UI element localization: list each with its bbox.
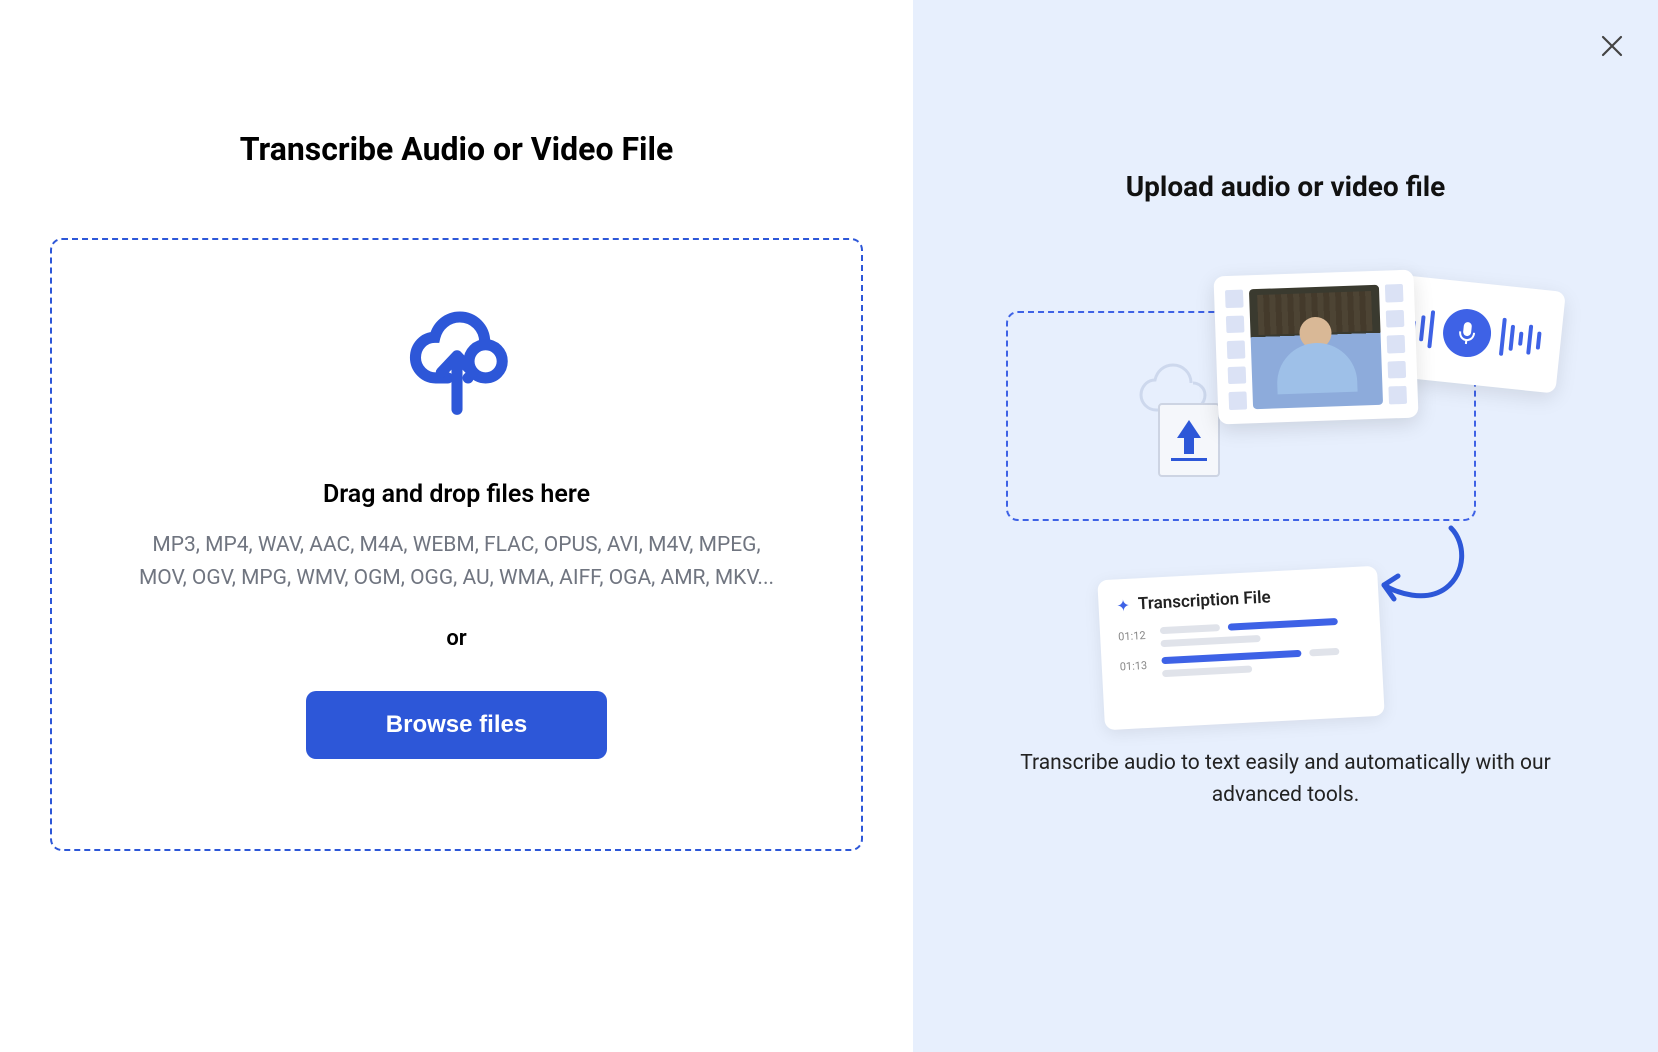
drop-heading: Drag and drop files here [122,480,791,509]
illus-transcription-card: ✦ Transcription File 01:12 01:13 [1097,566,1384,730]
sparkle-icon: ✦ [1116,595,1130,615]
illustration: ✦ Transcription File 01:12 01:13 [1006,293,1566,693]
left-panel: Transcribe Audio or Video File Drag and … [0,0,913,1052]
right-description: Transcribe audio to text easily and auto… [991,748,1581,811]
video-thumbnail [1248,285,1382,409]
transcription-time: 01:12 [1117,628,1148,644]
page-title: Transcribe Audio or Video File [50,130,863,168]
filmstrip-right-icon [1384,284,1406,405]
microphone-icon [1440,307,1493,360]
or-separator: or [122,626,791,651]
illus-video-card [1213,270,1418,425]
file-drop-zone[interactable]: Drag and drop files here MP3, MP4, WAV, … [50,238,863,851]
waveform-right-icon [1498,318,1542,360]
transcription-card-title: Transcription File [1137,587,1271,614]
filmstrip-left-icon [1224,290,1246,411]
curved-arrow-icon [1376,523,1466,613]
close-button[interactable] [1598,32,1626,60]
right-panel: Upload audio or video file [913,0,1658,1052]
supported-formats: MP3, MP4, WAV, AAC, M4A, WEBM, FLAC, OPU… [122,529,791,594]
transcription-time: 01:13 [1119,658,1150,674]
right-title: Upload audio or video file [1126,170,1446,203]
browse-files-button[interactable]: Browse files [306,691,607,759]
cloud-upload-icon [397,310,517,420]
illus-document-icon [1158,403,1220,477]
